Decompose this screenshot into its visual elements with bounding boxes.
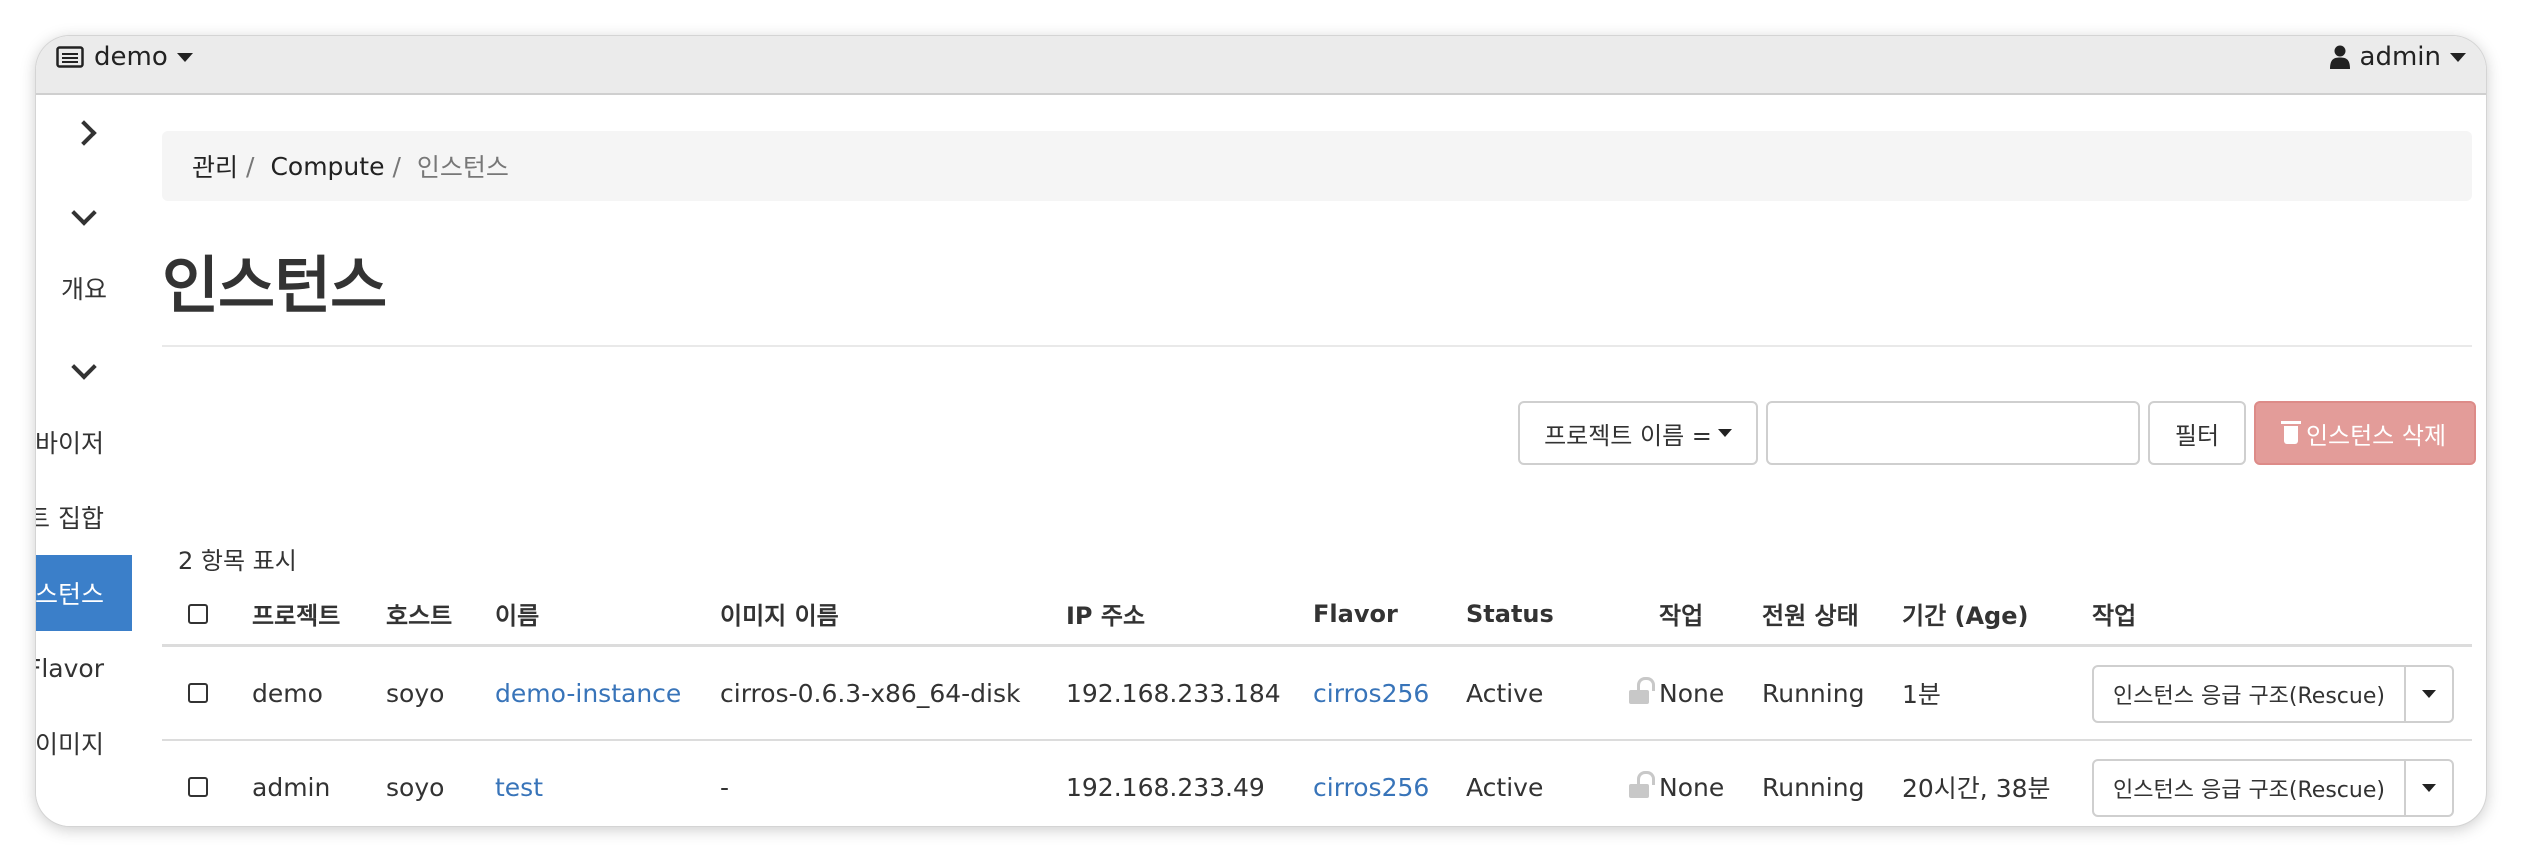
filter-input[interactable] [1766,401,2140,465]
chevron-down-icon [71,354,97,380]
table-row: demo soyo demo-instance cirros-0.6.3-x86… [162,647,2472,741]
filter-field-label: 프로젝트 이름 = [1544,421,1712,450]
flavor-link[interactable]: cirros256 [1313,647,1429,739]
cell-age: 1분 [1902,680,1941,709]
delete-instances-button[interactable]: 인스턴스 삭제 [2254,401,2476,465]
sidebar-item-host-aggregates[interactable]: 트 집합 [36,479,132,555]
cell-power-state: Running [1762,772,1865,802]
breadcrumb-separator: / [246,151,255,181]
instances-table: 프로젝트 호스트 이름 이미지 이름 IP 주소 Flavor Status 작… [162,583,2472,826]
item-count: 2 항목 표시 [178,547,297,575]
cell-project: demo [252,678,323,708]
column-header-ip-address[interactable]: IP 주소 [1066,583,1145,644]
filter-button[interactable]: 필터 [2148,401,2246,465]
cell-status: Active [1466,772,1544,802]
column-header-task[interactable]: 작업 [1659,583,1703,644]
main-content: 관리 / Compute / 인스턴스 인스턴스 프로젝트 이름 = 필터 인스… [162,95,2476,826]
cell-status: Active [1466,678,1544,708]
column-header-age[interactable]: 기간 (Age) [1902,583,2028,644]
chevron-down-icon [71,200,97,226]
cell-host: soyo [386,678,445,708]
caret-down-icon [176,52,193,62]
cell-task: None [1659,678,1725,708]
row-action-group: 인스턴스 응급 구조(Rescue) [2092,759,2454,817]
sidebar-expand-toggle[interactable] [36,95,132,171]
cell-image-name: - [720,772,730,802]
sidebar-item-images[interactable]: 이미지 [36,705,132,781]
page-title: 인스턴스 [162,249,387,322]
caret-down-icon [2422,784,2436,792]
rescue-instance-button[interactable]: 인스턴스 응급 구조(Rescue) [2092,759,2406,817]
sidebar-section-toggle[interactable] [36,175,132,251]
cell-project: admin [252,772,331,802]
cell-age: 20시간, 38분 [1902,774,2051,803]
breadcrumb-compute[interactable]: Compute [270,152,384,181]
rescue-instance-button[interactable]: 인스턴스 응급 구조(Rescue) [2092,665,2406,723]
breadcrumb: 관리 / Compute / 인스턴스 [162,131,2472,201]
sidebar-item-overview[interactable]: 개요 [36,250,132,326]
sidebar-section-toggle[interactable] [36,329,132,405]
cell-ip-address: 192.168.233.49 [1066,772,1265,802]
filter-field-dropdown[interactable]: 프로젝트 이름 = [1518,401,1758,465]
breadcrumb-separator: / [392,151,401,181]
row-checkbox[interactable] [188,683,208,703]
sidebar-section-toggle[interactable] [36,781,132,826]
cell-image-name: cirros-0.6.3-x86_64-disk [720,678,1021,708]
server-icon [56,46,84,68]
cell-ip-address: 192.168.233.184 [1066,678,1281,708]
column-header-image-name[interactable]: 이미지 이름 [720,583,839,644]
caret-down-icon [2422,690,2436,698]
flavor-link[interactable]: cirros256 [1313,741,1429,826]
user-icon [2329,45,2350,69]
row-action-group: 인스턴스 응급 구조(Rescue) [2092,665,2454,723]
caret-down-icon [1717,429,1732,437]
table-header: 프로젝트 호스트 이름 이미지 이름 IP 주소 Flavor Status 작… [162,583,2472,647]
instance-name-link[interactable]: demo-instance [495,647,681,739]
breadcrumb-admin[interactable]: 관리 [192,148,238,184]
sidebar-item-instances[interactable]: 스턴스 [36,555,132,631]
column-header-status[interactable]: Status [1466,583,1554,644]
project-name: demo [94,42,168,72]
column-header-power-state[interactable]: 전원 상태 [1762,583,1859,644]
sidebar: 개요 바이저 트 집합 스턴스 Flavor 이미지 [36,95,132,826]
column-header-actions: 작업 [2092,602,2137,630]
column-header-project[interactable]: 프로젝트 [252,583,340,644]
unlock-icon [1629,677,1655,704]
instance-name-link[interactable]: test [495,741,543,826]
cell-task: None [1659,772,1725,802]
project-selector[interactable]: demo [56,42,193,72]
user-name: admin [2359,42,2441,72]
row-checkbox[interactable] [188,777,208,797]
sidebar-item-flavors[interactable]: Flavor [36,630,132,706]
table-row: admin soyo test - 192.168.233.49 cirros2… [162,741,2472,826]
breadcrumb-current: 인스턴스 [416,153,509,182]
browser-window: demo admin 개요 바이저 트 집합 스턴스 Flavor 이미지 [36,36,2486,826]
cell-power-state: Running [1762,678,1865,708]
more-actions-dropdown[interactable] [2406,665,2454,723]
unlock-icon [1629,771,1655,798]
delete-instances-label: 인스턴스 삭제 [2305,421,2447,450]
more-actions-dropdown[interactable] [2406,759,2454,817]
chevron-right-icon [71,120,97,146]
column-header-name[interactable]: 이름 [495,583,539,644]
sidebar-item-hypervisors[interactable]: 바이저 [36,404,132,480]
caret-down-icon [2450,52,2466,62]
top-navbar: demo admin [36,36,2486,95]
trash-icon [2280,421,2301,444]
title-divider [162,345,2472,347]
select-all-checkbox[interactable] [188,603,208,624]
cell-host: soyo [386,772,445,802]
user-menu[interactable]: admin [2329,42,2466,72]
column-header-host[interactable]: 호스트 [386,583,452,644]
column-header-flavor[interactable]: Flavor [1313,583,1398,644]
